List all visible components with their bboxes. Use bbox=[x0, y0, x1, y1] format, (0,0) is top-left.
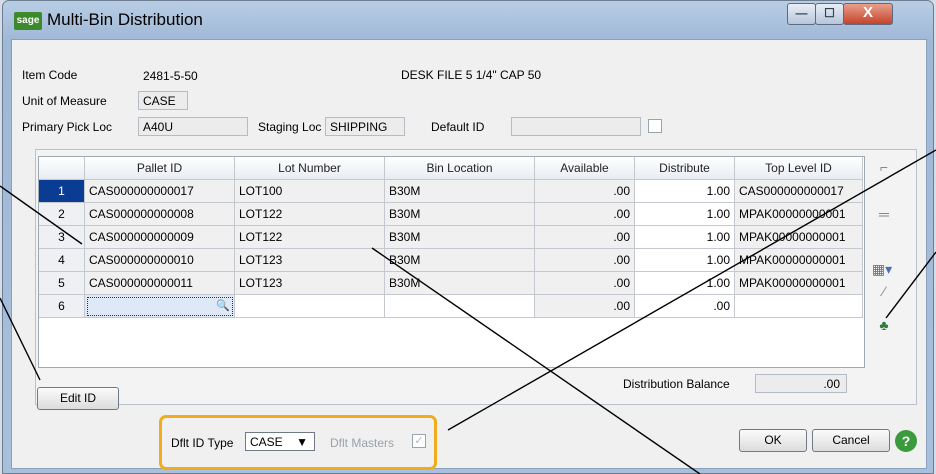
arrow-edit-id bbox=[0, 297, 41, 381]
arrow-pallet-id bbox=[0, 185, 83, 245]
arrow-dflt-masters bbox=[447, 149, 936, 431]
arrow-hierarchy bbox=[885, 251, 936, 319]
arrow-grid-body bbox=[371, 247, 701, 474]
annotation-arrows bbox=[0, 149, 936, 474]
